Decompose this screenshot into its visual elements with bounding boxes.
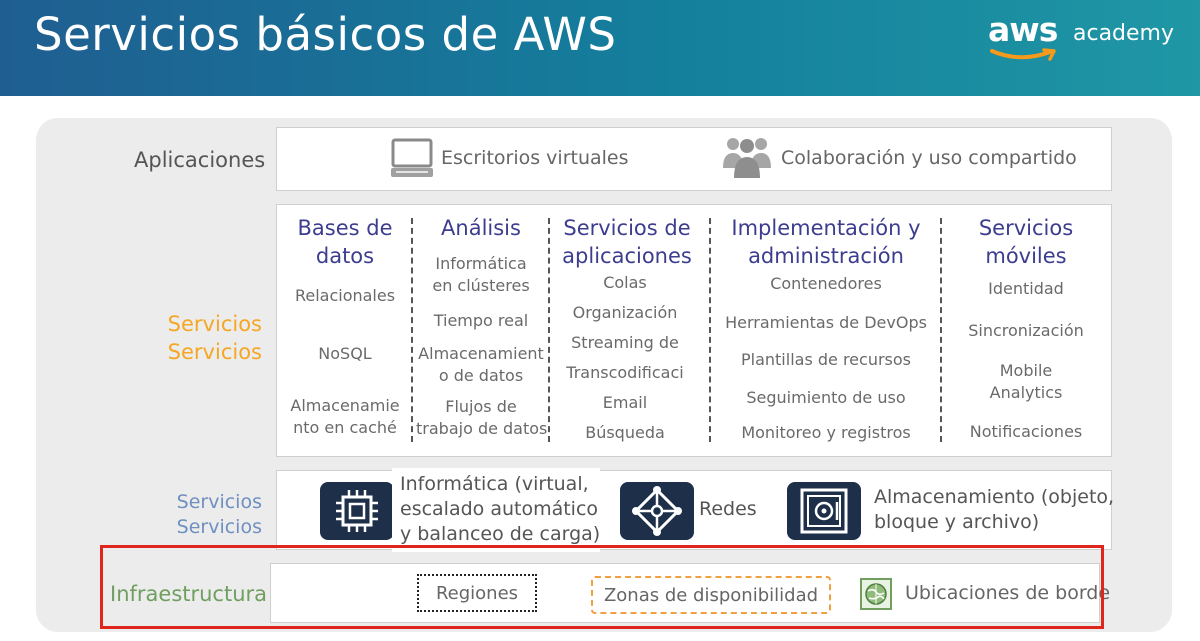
category-title-databases: Bases de datos — [290, 214, 400, 270]
service-item: Plantillas de recursos — [740, 350, 911, 369]
category-divider — [548, 218, 550, 442]
category-title-app-services: Servicios de aplicaciones — [552, 214, 702, 270]
service-item: Búsqueda — [585, 423, 665, 442]
service-item: Relacionales — [294, 286, 396, 305]
category-title-analytics: Análisis — [416, 214, 546, 242]
category-title-line: administración — [748, 244, 904, 268]
category-title-line: aplicaciones — [562, 244, 692, 268]
category-divider — [709, 218, 711, 442]
service-item: Identidad — [988, 279, 1064, 298]
service-item: Organización — [572, 303, 678, 322]
network-icon — [632, 486, 682, 536]
networking-text: Redes — [699, 498, 757, 520]
service-item: Email — [602, 393, 648, 412]
compute-text-line: y balanceo de carga) — [400, 523, 601, 545]
service-item: NoSQL — [318, 344, 372, 363]
collaboration-text: Colaboración y uso compartido — [781, 147, 1077, 169]
compute-text-line: Informática (virtual, — [400, 473, 589, 495]
infrastructure-highlight-frame — [100, 545, 1104, 629]
aws-academy-logo: aws academy — [986, 10, 1176, 70]
service-item: Mobile — [999, 361, 1053, 380]
compute-icon-box — [320, 482, 394, 540]
vault-icon — [800, 488, 848, 534]
category-title-line: Servicios — [978, 216, 1074, 240]
compute-text-line: escalado automático — [400, 498, 599, 520]
service-item: en clústeres — [432, 276, 530, 295]
category-title-deployment: Implementación y administración — [716, 214, 936, 270]
service-item: Colas — [603, 273, 647, 292]
service-item: Transcodificaci — [566, 363, 684, 382]
service-item: Analytics — [989, 383, 1063, 402]
service-item: Almacenamie — [290, 396, 400, 415]
services-label-line2: Servicios — [167, 340, 262, 364]
service-item: o de datos — [438, 366, 524, 385]
category-divider — [940, 218, 942, 442]
page-title: Servicios básicos de AWS — [34, 8, 617, 61]
service-item: Tiempo real — [433, 311, 529, 330]
services-label-line1: Servicios — [167, 312, 262, 336]
logo-academy-text: academy — [1073, 21, 1175, 46]
storage-text: Almacenamiento (objeto, bloque y archivo… — [874, 485, 1114, 535]
compute-text: Informática (virtual, escalado automátic… — [400, 472, 600, 547]
storage-icon-box — [787, 482, 861, 540]
foundation-label-line1: Servicios — [176, 491, 262, 513]
logo-aws-text: aws — [988, 10, 1058, 49]
service-item: Monitoreo y registros — [741, 423, 911, 442]
service-item: Flujos de — [445, 397, 517, 416]
chip-icon — [336, 490, 378, 532]
people-icon — [723, 138, 771, 178]
category-title-line: Servicios de — [563, 216, 691, 240]
service-item: Almacenamient — [418, 344, 544, 363]
service-item: Herramientas de DevOps — [725, 313, 927, 332]
service-item: Notificaciones — [969, 422, 1083, 441]
applications-label: Aplicaciones — [134, 148, 266, 172]
services-label: Servicios Servicios — [160, 310, 262, 366]
storage-text-line: bloque y archivo) — [874, 511, 1040, 533]
service-item: Sincronización — [968, 321, 1084, 340]
header-banner: Servicios básicos de AWS aws academy — [0, 0, 1200, 96]
foundation-label-line2: Servicios — [176, 516, 262, 538]
category-title-line: Bases de — [297, 216, 393, 240]
desktop-icon — [391, 138, 433, 177]
category-title-line: Análisis — [441, 216, 521, 240]
storage-text-line: Almacenamiento (objeto, — [874, 486, 1115, 508]
virtual-desktops-text: Escritorios virtuales — [441, 147, 629, 169]
service-item: Streaming de — [571, 333, 679, 352]
category-divider — [411, 218, 413, 442]
service-item: Contenedores — [770, 274, 882, 293]
service-item: trabajo de datos — [416, 419, 548, 438]
logo-smile-icon — [990, 48, 1056, 61]
category-title-line: Implementación y — [731, 216, 921, 240]
category-title-mobile: Servicios móviles — [948, 214, 1104, 270]
service-item: nto en caché — [293, 418, 397, 437]
service-item: Informática — [435, 254, 527, 273]
foundation-services-label: Servicios Servicios — [160, 490, 262, 540]
service-item: Seguimiento de uso — [746, 388, 906, 407]
category-title-line: móviles — [985, 244, 1067, 268]
category-title-line: datos — [315, 244, 375, 268]
networking-icon-box — [620, 482, 694, 540]
